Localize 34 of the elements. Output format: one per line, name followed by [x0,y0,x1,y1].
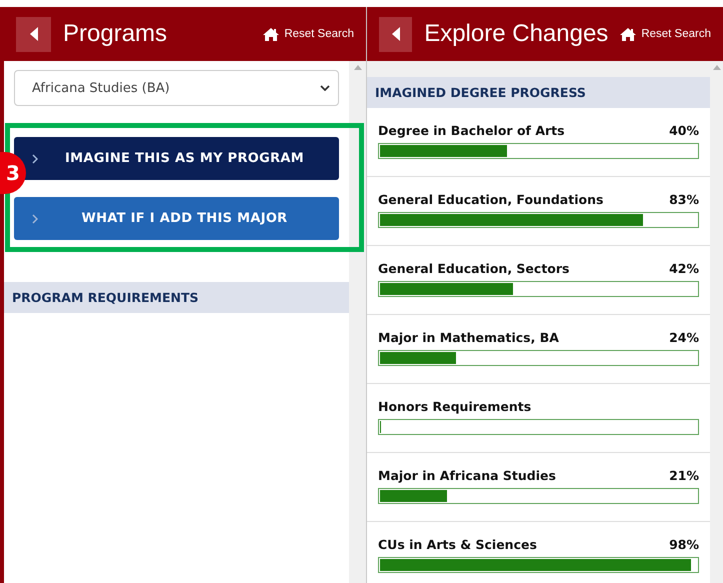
percent-reading: 83% [669,192,699,207]
item-name: Degree in Bachelor of Arts [378,123,565,138]
reset-search-link[interactable]: Reset Search [620,28,711,40]
section-heading: PROGRAM REQUIREMENTS [4,282,349,313]
scrollbar[interactable] [710,61,723,583]
percent-reading: 24% [669,330,699,345]
panel-title: Programs [63,20,168,48]
back-button[interactable] [16,16,51,52]
item-name: Major in Mathematics, BA [378,330,559,345]
reset-search-link[interactable]: Reset Search [263,28,354,40]
home-icon [620,28,636,40]
action-button[interactable]: WHAT IF I ADD THIS MAJOR [14,197,339,240]
item-name: Honors Requirements [378,399,532,414]
panel-title: Explore Changes [424,20,608,48]
percent-reading: 42% [669,261,699,276]
percent-reading: 98% [669,537,699,552]
scrollbar[interactable] [349,61,366,583]
chevron-right-icon [32,214,38,224]
item-name: General Education, Foundations [378,192,604,207]
scroll-up-icon [712,65,720,70]
dropdown-caret-icon [320,85,330,91]
item-name: General Education, Sectors [378,261,570,276]
item-name: Major in Africana Studies [378,468,556,483]
back-arrow-icon [30,27,38,41]
back-button[interactable] [379,16,412,52]
scroll-up-icon [354,65,362,70]
home-icon [263,28,280,40]
program-select[interactable]: Africana Studies (BA) [14,70,339,106]
item-name: CUs in Arts & Sciences [378,537,537,552]
back-arrow-icon [392,27,400,41]
section-heading: IMAGINED DEGREE PROGRESS [367,77,710,108]
percent-reading: 40% [669,123,699,138]
chevron-right-icon [32,154,38,164]
percent-reading: 21% [669,468,699,483]
